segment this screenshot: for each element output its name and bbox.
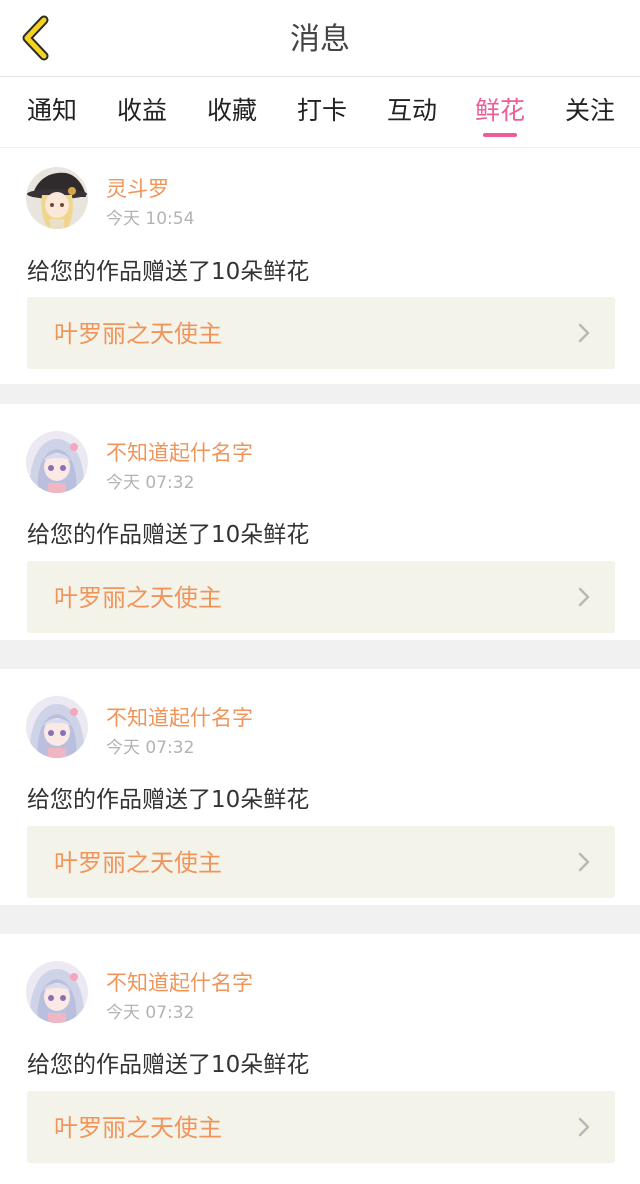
message-card: 不知道起什名字 今天 07:32 给您的作品赠送了10朵鲜花 叶罗丽之天使主 bbox=[0, 669, 640, 905]
message-text: 给您的作品赠送了10朵鲜花 bbox=[27, 522, 310, 548]
work-link[interactable]: 叶罗丽之天使主 bbox=[27, 1091, 615, 1163]
message-text: 给您的作品赠送了10朵鲜花 bbox=[27, 259, 310, 285]
tab-following[interactable]: 关注 bbox=[564, 77, 616, 147]
tab-favorites[interactable]: 收藏 bbox=[206, 77, 258, 147]
tab-label: 打卡 bbox=[296, 96, 347, 125]
tab-notifications[interactable]: 通知 bbox=[26, 77, 78, 147]
tab-flowers[interactable]: 鲜花 bbox=[474, 77, 526, 147]
top-bar: 消息 bbox=[0, 0, 640, 77]
tab-label: 收益 bbox=[116, 96, 167, 125]
message-time: 今天 07:32 bbox=[106, 738, 195, 758]
message-card: 不知道起什名字 今天 07:32 给您的作品赠送了10朵鲜花 叶罗丽之天使主 bbox=[0, 934, 640, 1184]
work-title: 叶罗丽之天使主 bbox=[54, 320, 222, 348]
sender-name[interactable]: 不知道起什名字 bbox=[106, 702, 253, 732]
work-link[interactable]: 叶罗丽之天使主 bbox=[27, 826, 615, 898]
work-link[interactable]: 叶罗丽之天使主 bbox=[27, 561, 615, 633]
work-link[interactable]: 叶罗丽之天使主 bbox=[27, 297, 615, 369]
chevron-right-icon bbox=[578, 587, 590, 607]
sender-name[interactable]: 灵斗罗 bbox=[106, 173, 169, 203]
message-card: 灵斗罗 今天 10:54 给您的作品赠送了10朵鲜花 叶罗丽之天使主 bbox=[0, 148, 640, 384]
message-time: 今天 10:54 bbox=[106, 209, 195, 229]
back-button[interactable] bbox=[8, 10, 64, 66]
work-title: 叶罗丽之天使主 bbox=[54, 1114, 222, 1142]
page-title: 消息 bbox=[290, 22, 350, 57]
message-card: 不知道起什名字 今天 07:32 给您的作品赠送了10朵鲜花 叶罗丽之天使主 bbox=[0, 404, 640, 640]
avatar[interactable] bbox=[26, 696, 88, 758]
message-text: 给您的作品赠送了10朵鲜花 bbox=[27, 787, 310, 813]
work-title: 叶罗丽之天使主 bbox=[54, 849, 222, 877]
tab-label: 鲜花 bbox=[474, 96, 525, 125]
chevron-left-icon bbox=[22, 15, 49, 61]
tab-interactions[interactable]: 互动 bbox=[386, 77, 438, 147]
chevron-right-icon bbox=[578, 1117, 590, 1137]
tab-earnings[interactable]: 收益 bbox=[116, 77, 168, 147]
silver-hair-girl-avatar-icon bbox=[26, 696, 88, 758]
witch-girl-avatar-icon bbox=[26, 167, 88, 229]
work-title: 叶罗丽之天使主 bbox=[54, 584, 222, 612]
tab-label: 通知 bbox=[26, 96, 77, 125]
message-time: 今天 07:32 bbox=[106, 473, 195, 493]
sender-name[interactable]: 不知道起什名字 bbox=[106, 967, 253, 997]
tab-checkin[interactable]: 打卡 bbox=[296, 77, 348, 147]
silver-hair-girl-avatar-icon bbox=[26, 961, 88, 1023]
message-text: 给您的作品赠送了10朵鲜花 bbox=[27, 1052, 310, 1078]
tab-label: 收藏 bbox=[206, 96, 257, 125]
tab-label: 关注 bbox=[564, 96, 615, 125]
avatar[interactable] bbox=[26, 431, 88, 493]
tab-bar: 通知 收益 收藏 打卡 互动 鲜花 关注 bbox=[0, 77, 640, 147]
silver-hair-girl-avatar-icon bbox=[26, 431, 88, 493]
chevron-right-icon bbox=[578, 323, 590, 343]
message-time: 今天 07:32 bbox=[106, 1003, 195, 1023]
sender-name[interactable]: 不知道起什名字 bbox=[106, 437, 253, 467]
chevron-right-icon bbox=[578, 852, 590, 872]
avatar[interactable] bbox=[26, 961, 88, 1023]
avatar[interactable] bbox=[26, 167, 88, 229]
tab-label: 互动 bbox=[386, 96, 437, 125]
active-tab-indicator bbox=[483, 133, 517, 137]
